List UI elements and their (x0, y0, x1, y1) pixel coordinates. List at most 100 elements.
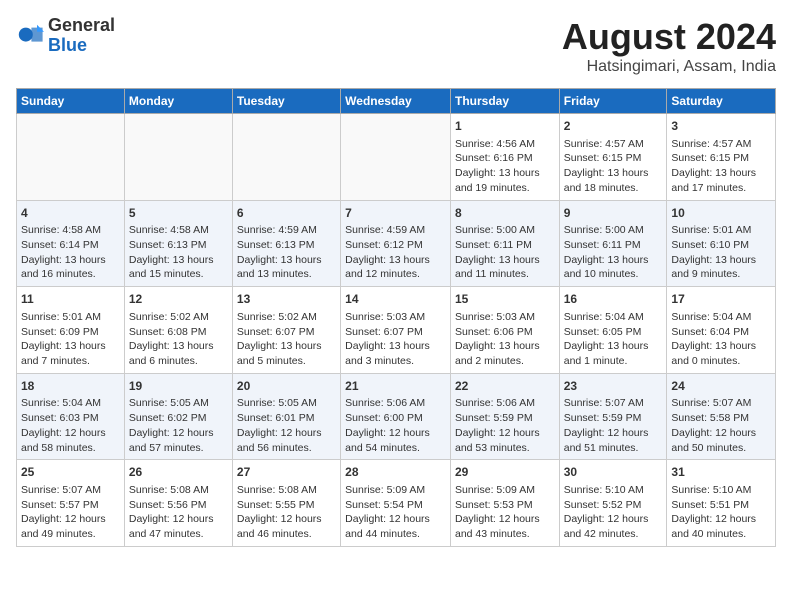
day-info: Sunset: 5:56 PM (129, 498, 228, 513)
day-info: Sunrise: 4:59 AM (345, 223, 446, 238)
day-info: Sunrise: 5:05 AM (129, 396, 228, 411)
day-number: 25 (21, 464, 120, 481)
day-info: Sunrise: 5:04 AM (21, 396, 120, 411)
day-info: Sunrise: 5:06 AM (455, 396, 555, 411)
title-block: August 2024 Hatsingimari, Assam, India (562, 16, 776, 76)
calendar-cell: 25Sunrise: 5:07 AMSunset: 5:57 PMDayligh… (17, 460, 125, 547)
day-info: Sunset: 6:16 PM (455, 151, 555, 166)
weekday-header-monday: Monday (124, 89, 232, 114)
day-info: Daylight: 12 hours (455, 426, 555, 441)
weekday-header-tuesday: Tuesday (232, 89, 340, 114)
day-info: and 18 minutes. (564, 181, 663, 196)
day-info: Sunset: 6:04 PM (671, 325, 771, 340)
day-info: Sunrise: 5:07 AM (564, 396, 663, 411)
day-info: Sunset: 5:58 PM (671, 411, 771, 426)
day-info: and 51 minutes. (564, 441, 663, 456)
day-info: Sunset: 6:06 PM (455, 325, 555, 340)
day-number: 12 (129, 291, 228, 308)
day-info: Daylight: 12 hours (237, 512, 336, 527)
calendar-cell: 26Sunrise: 5:08 AMSunset: 5:56 PMDayligh… (124, 460, 232, 547)
day-info: Sunset: 5:53 PM (455, 498, 555, 513)
day-info: Sunset: 5:51 PM (671, 498, 771, 513)
day-number: 3 (671, 118, 771, 135)
day-info: Sunset: 6:08 PM (129, 325, 228, 340)
day-info: Sunrise: 5:10 AM (671, 483, 771, 498)
day-number: 23 (564, 378, 663, 395)
day-number: 4 (21, 205, 120, 222)
day-info: Daylight: 12 hours (21, 426, 120, 441)
day-info: Sunset: 6:07 PM (345, 325, 446, 340)
day-info: Sunset: 6:13 PM (129, 238, 228, 253)
day-info: Sunset: 6:05 PM (564, 325, 663, 340)
calendar-cell: 16Sunrise: 5:04 AMSunset: 6:05 PMDayligh… (559, 287, 667, 374)
day-info: and 13 minutes. (237, 267, 336, 282)
day-info: Daylight: 13 hours (129, 253, 228, 268)
day-info: Sunset: 6:12 PM (345, 238, 446, 253)
day-number: 31 (671, 464, 771, 481)
day-info: and 15 minutes. (129, 267, 228, 282)
day-info: Sunrise: 5:09 AM (455, 483, 555, 498)
day-info: Daylight: 13 hours (564, 339, 663, 354)
logo-text: General Blue (48, 16, 115, 56)
calendar-week-row: 25Sunrise: 5:07 AMSunset: 5:57 PMDayligh… (17, 460, 776, 547)
day-info: and 7 minutes. (21, 354, 120, 369)
calendar-cell: 20Sunrise: 5:05 AMSunset: 6:01 PMDayligh… (232, 373, 340, 460)
day-info: Daylight: 13 hours (671, 166, 771, 181)
day-info: and 0 minutes. (671, 354, 771, 369)
calendar-cell (124, 114, 232, 201)
day-info: Daylight: 13 hours (564, 253, 663, 268)
day-number: 26 (129, 464, 228, 481)
day-info: Daylight: 12 hours (129, 512, 228, 527)
day-info: Sunrise: 5:04 AM (671, 310, 771, 325)
day-info: Daylight: 12 hours (564, 512, 663, 527)
day-info: Sunset: 6:10 PM (671, 238, 771, 253)
day-number: 18 (21, 378, 120, 395)
day-info: Sunset: 6:02 PM (129, 411, 228, 426)
calendar-cell: 28Sunrise: 5:09 AMSunset: 5:54 PMDayligh… (341, 460, 451, 547)
day-info: Daylight: 12 hours (21, 512, 120, 527)
day-number: 11 (21, 291, 120, 308)
calendar-cell: 17Sunrise: 5:04 AMSunset: 6:04 PMDayligh… (667, 287, 776, 374)
calendar-cell (232, 114, 340, 201)
day-info: Sunset: 5:59 PM (564, 411, 663, 426)
day-info: Sunrise: 5:00 AM (455, 223, 555, 238)
day-info: Sunrise: 5:09 AM (345, 483, 446, 498)
day-info: and 43 minutes. (455, 527, 555, 542)
day-number: 9 (564, 205, 663, 222)
day-number: 29 (455, 464, 555, 481)
day-info: Sunset: 6:03 PM (21, 411, 120, 426)
day-info: Sunrise: 4:57 AM (564, 137, 663, 152)
day-info: Daylight: 13 hours (237, 253, 336, 268)
day-info: Daylight: 13 hours (671, 339, 771, 354)
day-info: Sunset: 6:07 PM (237, 325, 336, 340)
day-info: and 56 minutes. (237, 441, 336, 456)
calendar-cell: 13Sunrise: 5:02 AMSunset: 6:07 PMDayligh… (232, 287, 340, 374)
day-info: and 11 minutes. (455, 267, 555, 282)
calendar-week-row: 18Sunrise: 5:04 AMSunset: 6:03 PMDayligh… (17, 373, 776, 460)
weekday-header-friday: Friday (559, 89, 667, 114)
day-info: Daylight: 13 hours (455, 166, 555, 181)
day-number: 5 (129, 205, 228, 222)
day-number: 6 (237, 205, 336, 222)
day-info: Daylight: 12 hours (564, 426, 663, 441)
day-info: Sunrise: 5:00 AM (564, 223, 663, 238)
day-info: Sunset: 5:55 PM (237, 498, 336, 513)
day-info: and 3 minutes. (345, 354, 446, 369)
day-info: and 49 minutes. (21, 527, 120, 542)
calendar-cell: 14Sunrise: 5:03 AMSunset: 6:07 PMDayligh… (341, 287, 451, 374)
day-info: Sunrise: 5:03 AM (345, 310, 446, 325)
day-number: 24 (671, 378, 771, 395)
day-info: and 47 minutes. (129, 527, 228, 542)
calendar-table: SundayMondayTuesdayWednesdayThursdayFrid… (16, 88, 776, 547)
calendar-cell: 4Sunrise: 4:58 AMSunset: 6:14 PMDaylight… (17, 200, 125, 287)
weekday-header-wednesday: Wednesday (341, 89, 451, 114)
day-info: and 17 minutes. (671, 181, 771, 196)
day-info: Daylight: 12 hours (129, 426, 228, 441)
day-info: and 50 minutes. (671, 441, 771, 456)
day-info: Daylight: 13 hours (21, 253, 120, 268)
day-info: and 16 minutes. (21, 267, 120, 282)
day-info: Daylight: 13 hours (237, 339, 336, 354)
day-info: Sunrise: 4:57 AM (671, 137, 771, 152)
logo-icon (16, 22, 44, 50)
day-info: Daylight: 12 hours (237, 426, 336, 441)
